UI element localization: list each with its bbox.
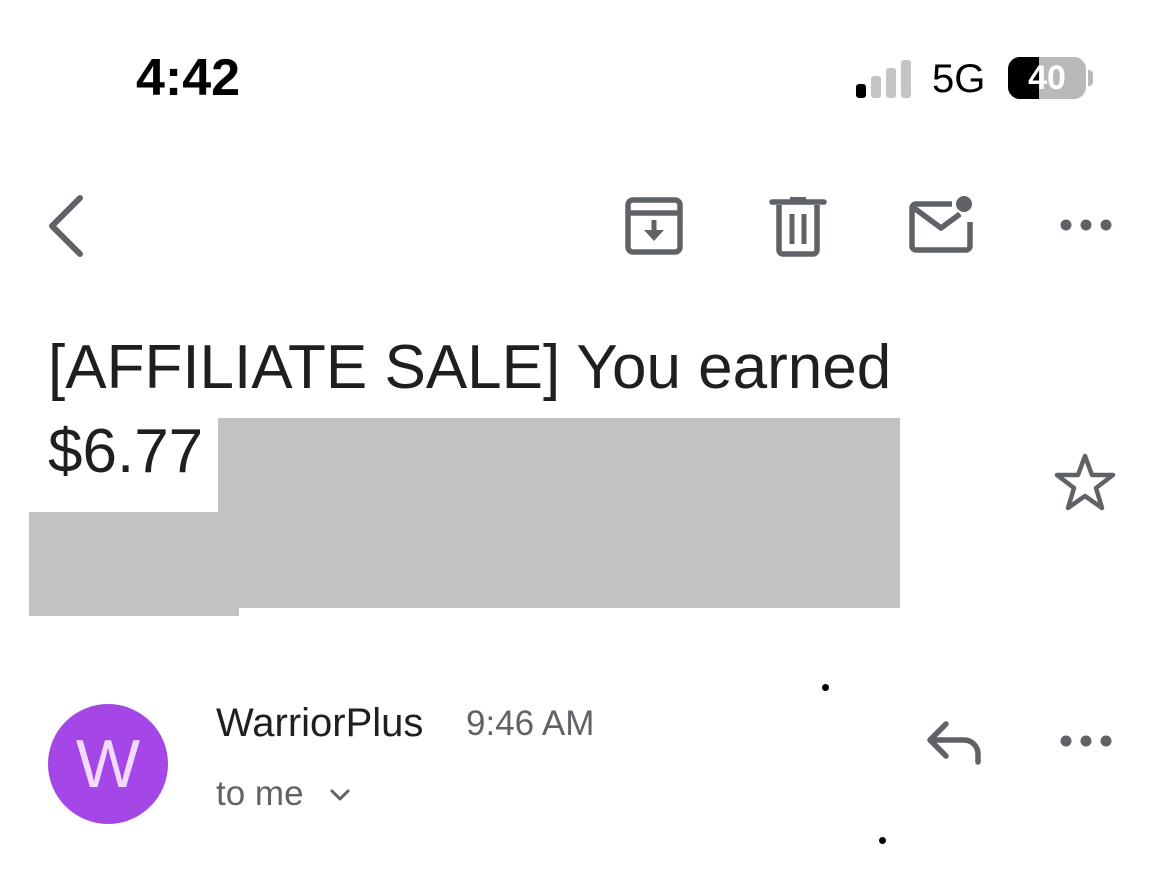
reply-icon	[927, 721, 981, 765]
mark-unread-button[interactable]	[906, 190, 976, 254]
sender-avatar[interactable]: W	[48, 704, 168, 824]
recipient-details-button[interactable]	[328, 786, 352, 804]
back-button[interactable]	[40, 190, 96, 262]
star-button[interactable]	[1052, 450, 1118, 514]
more-horizontal-icon	[1060, 735, 1112, 747]
email-time: 9:46 AM	[466, 704, 595, 743]
sender-more-options-button[interactable]	[1056, 726, 1116, 756]
more-options-button[interactable]	[1056, 210, 1116, 240]
star-outline-icon	[1054, 453, 1116, 511]
sender-name[interactable]: WarriorPlus	[216, 700, 423, 746]
status-time: 4:42	[136, 49, 241, 107]
cellular-signal-icon	[856, 58, 916, 98]
chevron-left-icon	[49, 195, 83, 257]
trash-icon	[769, 197, 827, 257]
more-horizontal-icon	[1060, 219, 1112, 231]
battery-tip	[1088, 70, 1093, 86]
recipient-label[interactable]: to me	[216, 774, 304, 814]
redaction-block	[29, 512, 239, 616]
archive-icon	[625, 197, 683, 255]
archive-button[interactable]	[622, 194, 686, 258]
speck	[879, 837, 886, 844]
subject-line: [AFFILIATE SALE] You earned	[48, 333, 892, 402]
mail-unread-icon	[909, 196, 973, 253]
reply-button[interactable]	[922, 716, 986, 766]
battery-icon: 40	[1008, 57, 1086, 99]
network-type-label: 5G	[932, 57, 986, 101]
speck	[822, 684, 829, 691]
delete-button[interactable]	[768, 194, 828, 258]
chevron-down-icon	[330, 789, 350, 801]
battery-percent: 40	[1028, 59, 1066, 97]
redaction-block	[218, 418, 900, 608]
